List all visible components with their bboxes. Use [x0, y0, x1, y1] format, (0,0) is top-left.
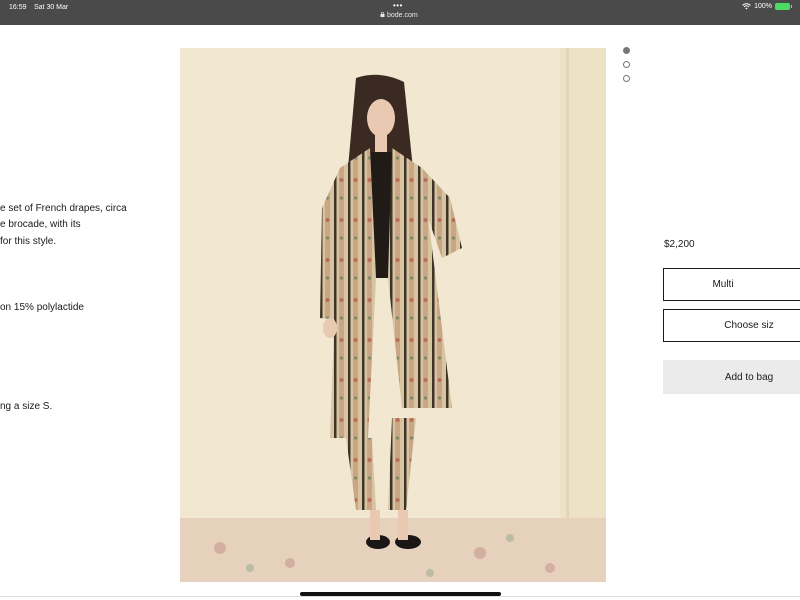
- description-line: e brocade, with its: [0, 219, 81, 230]
- lock-icon: [380, 12, 385, 17]
- add-to-bag-label: Add to bag: [724, 371, 774, 383]
- color-select[interactable]: Multi: [663, 268, 800, 301]
- battery-percent: 100%: [754, 3, 772, 10]
- divider: [0, 596, 800, 597]
- home-indicator[interactable]: [300, 592, 501, 596]
- status-bar: 16:59 Sat 30 Mar ••• bode.com 100%: [0, 0, 800, 25]
- price: $2,200: [664, 239, 695, 250]
- carousel-dot-1[interactable]: [623, 47, 630, 54]
- model-photo: [180, 48, 606, 582]
- size-select[interactable]: Choose siz: [663, 309, 800, 342]
- carousel-dot-3[interactable]: [623, 75, 630, 82]
- composition-line: on 15% polylactide: [0, 302, 84, 313]
- carousel-dot-2[interactable]: [623, 61, 630, 68]
- description-line: e set of French drapes, circa: [0, 203, 127, 214]
- add-to-bag-button[interactable]: Add to bag: [663, 360, 800, 394]
- url-bar[interactable]: bode.com: [380, 12, 418, 19]
- wifi-icon: [742, 3, 751, 10]
- more-dots-icon[interactable]: •••: [393, 1, 403, 10]
- battery-icon: [775, 3, 792, 10]
- status-time: 16:59: [9, 4, 27, 11]
- color-select-label: Multi: [712, 279, 734, 290]
- url-text: bode.com: [387, 12, 418, 19]
- status-indicators: 100%: [742, 3, 792, 10]
- status-date: Sat 30 Mar: [34, 4, 69, 11]
- model-size-line: ng a size S.: [0, 401, 53, 412]
- product-image[interactable]: [180, 48, 606, 582]
- description-line: for this style.: [0, 236, 57, 247]
- size-select-label: Choose siz: [724, 320, 774, 331]
